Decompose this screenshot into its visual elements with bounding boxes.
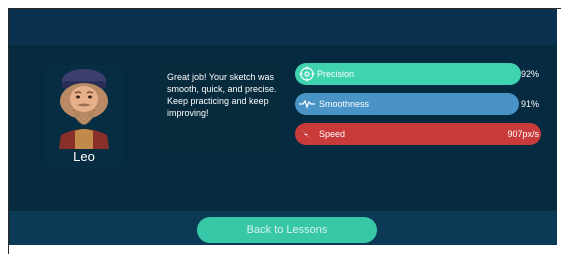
speed-value: 907px/s: [507, 129, 539, 139]
metric-speed: Speed 907px/s: [295, 123, 541, 145]
lightning-icon: [301, 130, 313, 140]
avatar: [59, 69, 109, 149]
back-to-lessons-button[interactable]: Back to Lessons: [197, 217, 377, 243]
target-icon: [299, 66, 315, 82]
wave-icon: [299, 99, 315, 109]
avatar-name: Leo: [73, 149, 95, 164]
feedback-card: Great job! Your sketch was smooth, quick…: [157, 65, 283, 151]
metric-smoothness: Smoothness 91%: [295, 93, 541, 115]
avatar-card: Leo: [45, 65, 123, 169]
metric-precision: Precision 92%: [295, 63, 541, 85]
precision-label: Precision: [317, 69, 355, 79]
feedback-message: Great job! Your sketch was smooth, quick…: [167, 72, 277, 118]
precision-value: 92%: [520, 69, 539, 79]
smoothness-value: 91%: [520, 99, 539, 109]
smoothness-label: Smoothness: [319, 99, 370, 109]
results-panel: Leo Great job! Your sketch was smooth, q…: [9, 9, 557, 245]
speed-label: Speed: [319, 129, 346, 139]
top-band: [9, 9, 557, 45]
